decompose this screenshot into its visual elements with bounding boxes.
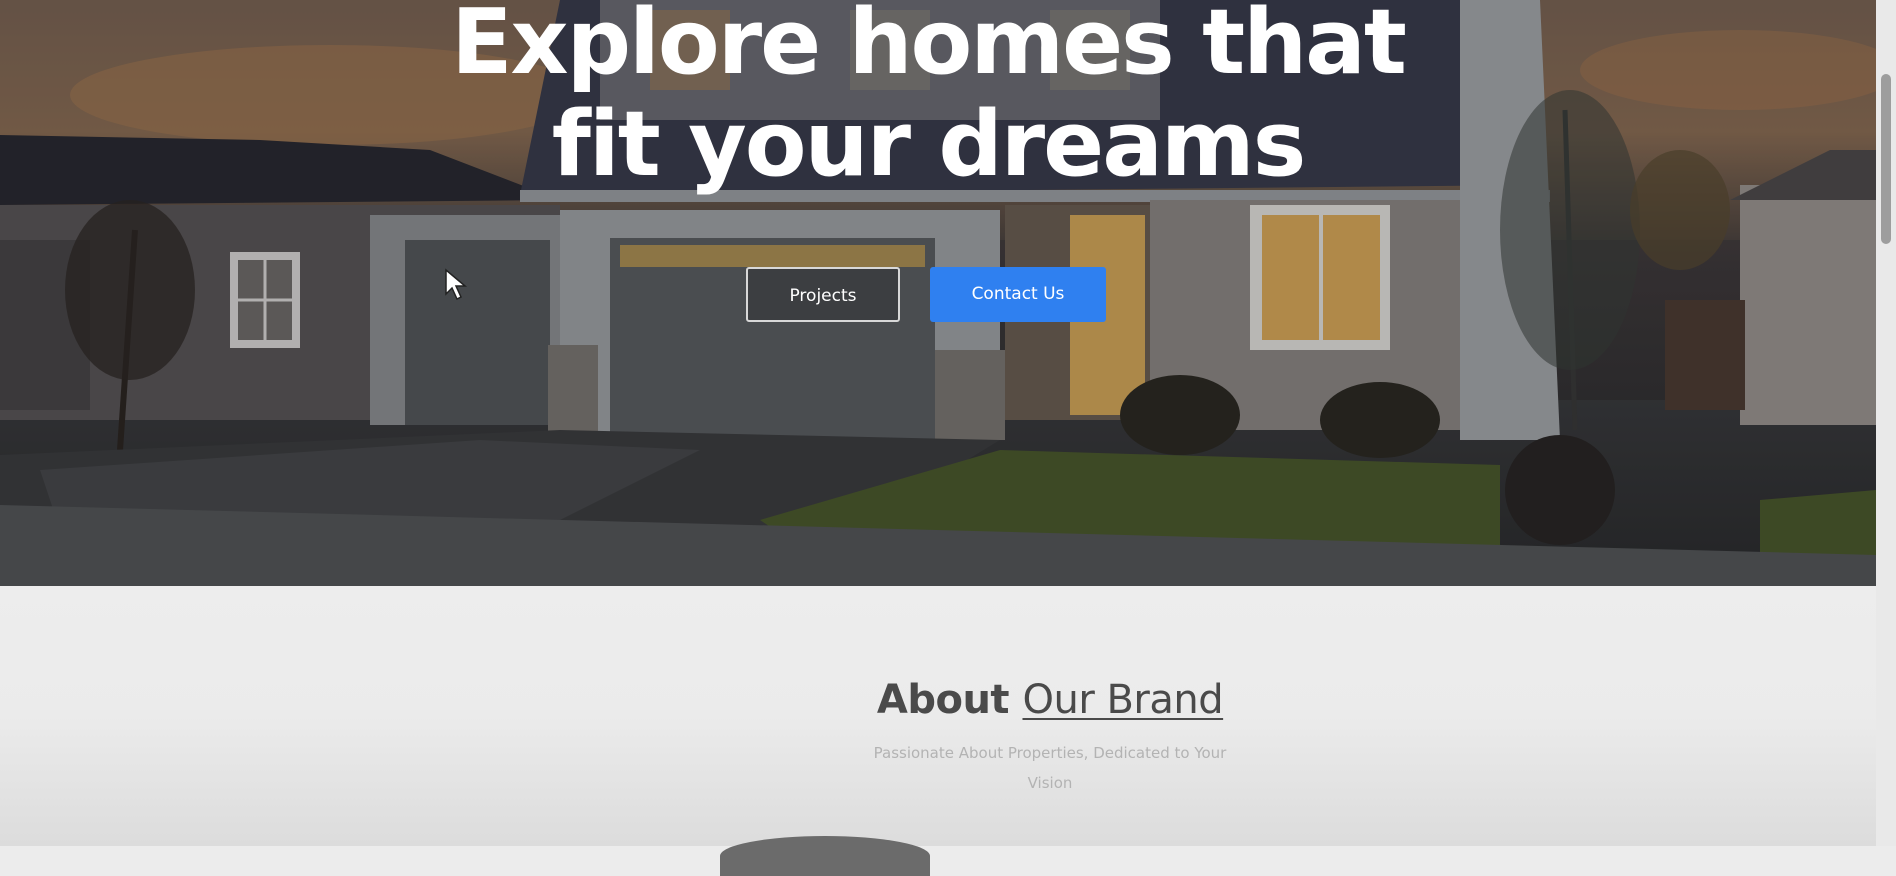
about-heading-strong: About xyxy=(876,677,1010,723)
about-heading-underlined: Our Brand xyxy=(1022,677,1224,723)
about-heading: About Our Brand xyxy=(0,677,1896,723)
about-section: About Our Brand Passionate About Propert… xyxy=(0,586,1876,876)
page-scrollbar[interactable] xyxy=(1876,0,1896,846)
hero-title-line-1: Explore homes that xyxy=(451,0,1407,95)
projects-button[interactable]: Projects xyxy=(746,267,900,322)
hero-title-line-2: fit your dreams xyxy=(551,92,1307,197)
hero-section: Explore homes that fit your dreams Proje… xyxy=(0,0,1876,586)
about-subtitle: Passionate About Properties, Dedicated t… xyxy=(873,744,1227,792)
contact-us-button[interactable]: Contact Us xyxy=(930,267,1106,322)
hero-title: Explore homes that fit your dreams xyxy=(0,0,1866,196)
about-image-top xyxy=(720,836,930,876)
mouse-pointer-icon xyxy=(445,268,468,301)
scrollbar-thumb[interactable] xyxy=(1881,74,1891,244)
